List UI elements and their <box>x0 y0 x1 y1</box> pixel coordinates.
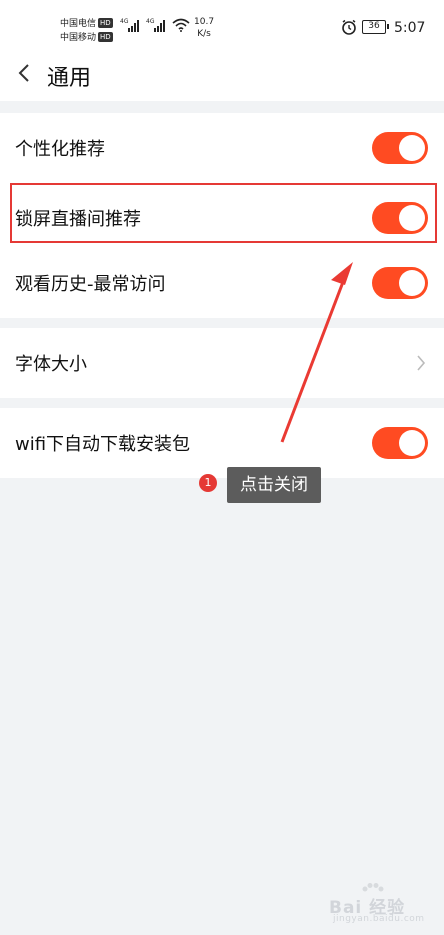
baidu-watermark: Bai 经验 jingyan.baidu.com <box>325 883 437 927</box>
pointer-arrow-icon <box>280 262 353 443</box>
watermark-url: jingyan.baidu.com <box>333 914 425 924</box>
annotation-tooltip: 点击关闭 <box>227 467 321 503</box>
step-number-badge: 1 <box>199 474 217 492</box>
